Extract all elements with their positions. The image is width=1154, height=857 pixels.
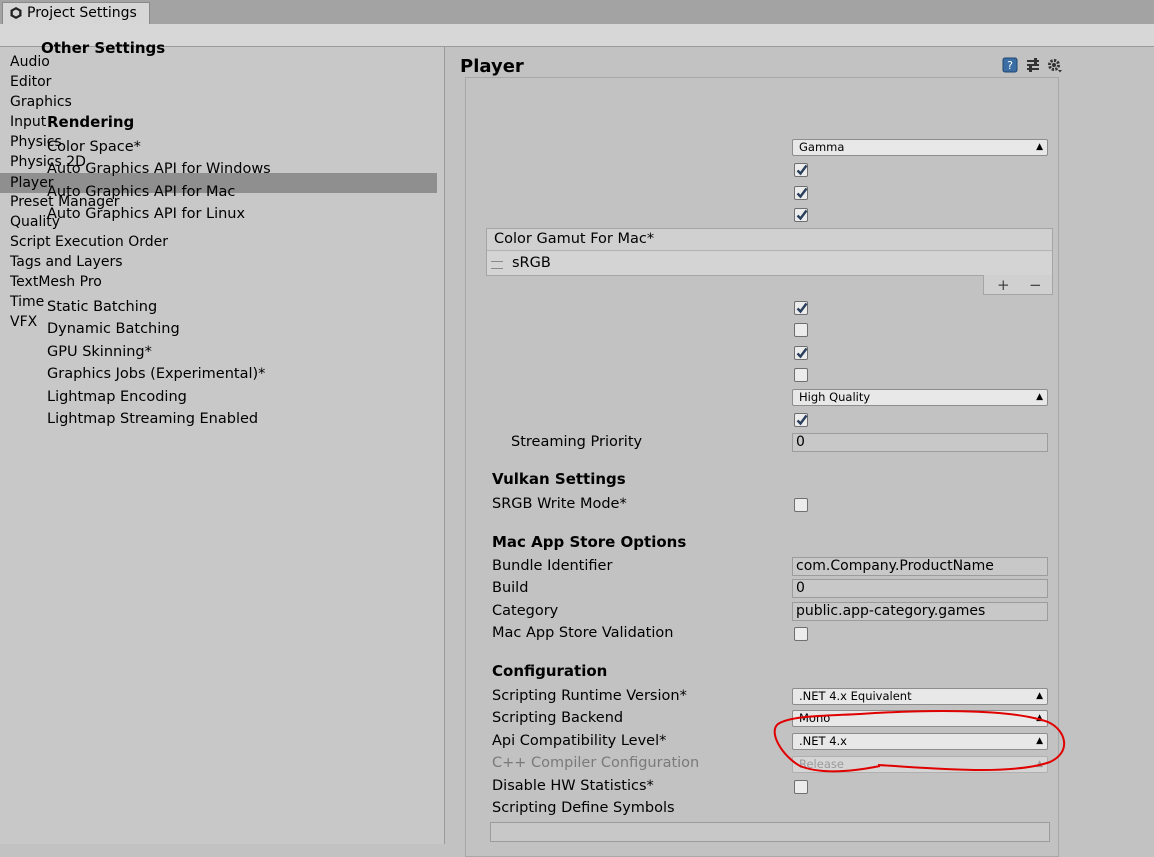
- checkmark-icon: [796, 209, 808, 221]
- lightmap-encoding-dropdown[interactable]: High Quality ▲: [792, 389, 1048, 406]
- settings-gear-icon[interactable]: [1046, 57, 1062, 73]
- color-space-value: Gamma: [799, 140, 845, 154]
- mac-app-store-validation-checkbox[interactable]: [794, 627, 808, 641]
- title-bar: Project Settings: [0, 0, 1154, 24]
- graphics-jobs-label: Graphics Jobs (Experimental)*: [47, 366, 266, 382]
- sidebar-item-graphics[interactable]: Graphics: [0, 92, 437, 112]
- sidebar-item-tags-and-layers[interactable]: Tags and Layers: [0, 252, 437, 272]
- srgb-write-mode-label: SRGB Write Mode*: [492, 496, 627, 512]
- dropdown-arrow-icon: ▲: [1036, 759, 1043, 769]
- other-settings-header[interactable]: Other Settings: [41, 39, 165, 57]
- auto-graphics-linux-checkbox[interactable]: [794, 208, 808, 222]
- srgb-write-mode-checkbox[interactable]: [794, 498, 808, 512]
- dropdown-arrow-icon: ▲: [1036, 392, 1043, 402]
- auto-graphics-windows-checkbox[interactable]: [794, 163, 808, 177]
- scripting-backend-dropdown[interactable]: Mono ▲: [792, 710, 1048, 727]
- unity-settings-icon: [10, 7, 22, 19]
- scripting-define-symbols-field[interactable]: [490, 822, 1050, 842]
- sidebar-item-textmesh-pro[interactable]: TextMesh Pro: [0, 272, 437, 292]
- preset-icon[interactable]: [1025, 57, 1041, 73]
- checkmark-icon: [796, 164, 808, 176]
- bundle-identifier-field[interactable]: com.Company.ProductName: [792, 557, 1048, 576]
- scripting-backend-label: Scripting Backend: [492, 710, 624, 726]
- auto-graphics-windows-label: Auto Graphics API for Windows: [47, 161, 271, 177]
- category-field[interactable]: public.app-category.games: [792, 602, 1048, 621]
- cpp-compiler-configuration-value: Release: [799, 757, 844, 771]
- graphics-jobs-checkbox[interactable]: [794, 368, 808, 382]
- build-label: Build: [492, 580, 529, 596]
- checkmark-icon: [796, 302, 808, 314]
- category-label: Category: [492, 603, 559, 619]
- api-compatibility-level-value: .NET 4.x: [799, 734, 847, 748]
- streaming-priority-label: Streaming Priority: [511, 434, 643, 450]
- color-gamut-item: sRGB: [512, 255, 551, 271]
- auto-graphics-linux-label: Auto Graphics API for Linux: [47, 206, 246, 222]
- scripting-backend-value: Mono: [799, 711, 831, 725]
- color-gamut-list: Color Gamut For Mac* sRGB: [486, 228, 1053, 276]
- dropdown-arrow-icon: ▲: [1036, 736, 1043, 746]
- sidebar-item-editor[interactable]: Editor: [0, 72, 437, 92]
- toolbar: [0, 24, 1154, 47]
- checkmark-icon: [796, 187, 808, 199]
- gpu-skinning-checkbox[interactable]: [794, 346, 808, 360]
- build-field[interactable]: 0: [792, 579, 1048, 598]
- mac-app-store-heading: Mac App Store Options: [492, 533, 687, 551]
- scripting-runtime-version-value: .NET 4.x Equivalent: [799, 689, 912, 703]
- checkmark-icon: [796, 347, 808, 359]
- color-space-dropdown[interactable]: Gamma ▲: [792, 139, 1048, 156]
- api-compatibility-level-label: Api Compatibility Level*: [492, 733, 667, 749]
- vulkan-heading: Vulkan Settings: [492, 470, 626, 488]
- add-item-button[interactable]: +: [997, 275, 1010, 295]
- lightmap-encoding-value: High Quality: [799, 390, 871, 404]
- lightmap-encoding-label: Lightmap Encoding: [47, 389, 187, 405]
- auto-graphics-mac-checkbox[interactable]: [794, 186, 808, 200]
- rendering-heading: Rendering: [47, 113, 135, 131]
- scripting-define-symbols-label: Scripting Define Symbols: [492, 800, 675, 816]
- list-footer: + −: [983, 275, 1053, 295]
- auto-graphics-mac-label: Auto Graphics API for Mac: [47, 184, 236, 200]
- mac-app-store-validation-label: Mac App Store Validation: [492, 625, 674, 641]
- static-batching-label: Static Batching: [47, 299, 158, 315]
- gpu-skinning-label: GPU Skinning*: [47, 344, 152, 360]
- help-icon[interactable]: ?: [1002, 57, 1018, 73]
- scripting-runtime-version-dropdown[interactable]: .NET 4.x Equivalent ▲: [792, 688, 1048, 705]
- static-batching-checkbox[interactable]: [794, 301, 808, 315]
- dropdown-arrow-icon: ▲: [1036, 691, 1043, 701]
- api-compatibility-level-dropdown[interactable]: .NET 4.x ▲: [792, 733, 1048, 750]
- tab-title: Project Settings: [27, 5, 137, 21]
- dynamic-batching-label: Dynamic Batching: [47, 321, 180, 337]
- lightmap-streaming-checkbox[interactable]: [794, 413, 808, 427]
- drag-handle-icon[interactable]: [491, 261, 503, 269]
- checkmark-icon: [796, 414, 808, 426]
- project-settings-tab[interactable]: Project Settings: [2, 2, 150, 24]
- svg-text:?: ?: [1007, 59, 1013, 72]
- cpp-compiler-configuration-dropdown: Release ▲: [792, 756, 1048, 773]
- scripting-runtime-version-label: Scripting Runtime Version*: [492, 688, 687, 704]
- cpp-compiler-configuration-label: C++ Compiler Configuration: [492, 755, 700, 771]
- list-item[interactable]: sRGB: [487, 252, 1052, 275]
- page-title: Player: [460, 56, 524, 77]
- dropdown-arrow-icon: ▲: [1036, 713, 1043, 723]
- remove-item-button[interactable]: −: [1029, 275, 1042, 295]
- color-space-label: Color Space*: [47, 139, 141, 155]
- lightmap-streaming-label: Lightmap Streaming Enabled: [47, 411, 259, 427]
- disable-hw-statistics-label: Disable HW Statistics*: [492, 778, 654, 794]
- bundle-identifier-label: Bundle Identifier: [492, 558, 613, 574]
- configuration-heading: Configuration: [492, 662, 608, 680]
- dropdown-arrow-icon: ▲: [1036, 142, 1043, 152]
- sidebar-item-script-execution-order[interactable]: Script Execution Order: [0, 232, 437, 252]
- disable-hw-statistics-checkbox[interactable]: [794, 780, 808, 794]
- color-gamut-header: Color Gamut For Mac*: [487, 229, 1052, 251]
- streaming-priority-field[interactable]: 0: [792, 433, 1048, 452]
- dynamic-batching-checkbox[interactable]: [794, 323, 808, 337]
